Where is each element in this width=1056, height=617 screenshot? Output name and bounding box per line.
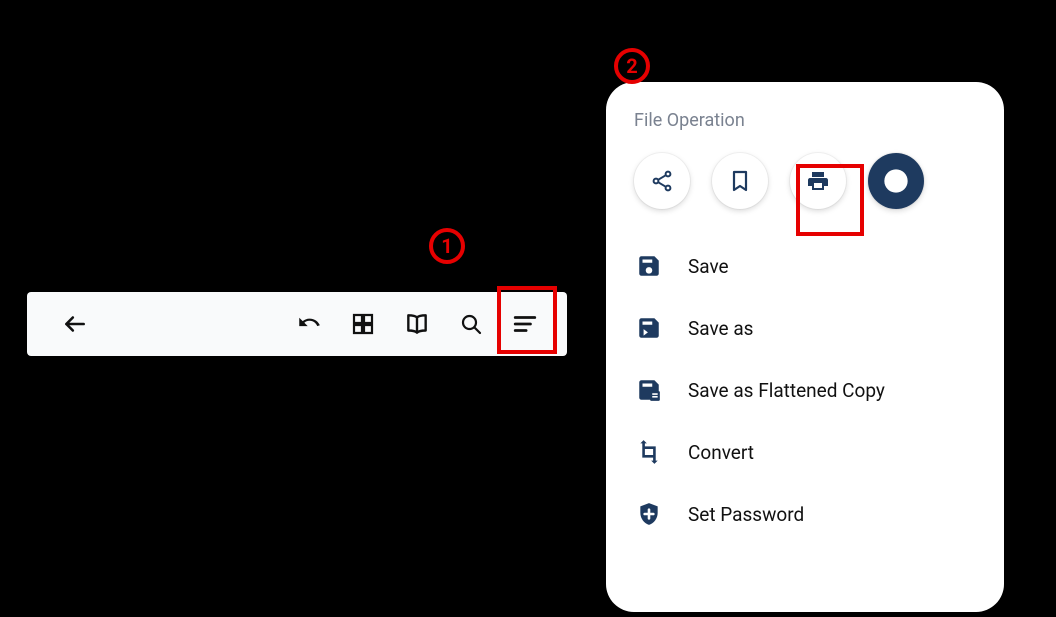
arrow-left-icon <box>62 311 88 337</box>
share-icon <box>650 169 674 193</box>
menu-item-save-flattened[interactable]: Save as Flattened Copy <box>634 359 976 421</box>
callout-number: 1 <box>441 234 452 258</box>
undo-button[interactable] <box>285 300 333 348</box>
toolbar <box>27 292 567 356</box>
panel-title: File Operation <box>634 110 976 131</box>
back-button[interactable] <box>51 300 99 348</box>
callout-number: 2 <box>626 54 637 78</box>
menu-item-set-password[interactable]: Set Password <box>634 483 976 545</box>
bookmark-icon <box>728 169 752 193</box>
save-icon <box>634 253 664 279</box>
highlight-box-print <box>796 164 864 236</box>
menu-item-label: Save as <box>688 317 754 340</box>
save-flattened-icon <box>634 377 664 403</box>
bookmark-button[interactable] <box>712 153 768 209</box>
read-mode-button[interactable] <box>393 300 441 348</box>
convert-icon <box>634 439 664 465</box>
share-button[interactable] <box>634 153 690 209</box>
grid-icon <box>351 312 375 336</box>
menu-item-label: Save as Flattened Copy <box>688 379 885 402</box>
search-icon <box>459 312 483 336</box>
book-open-icon <box>404 311 430 337</box>
info-button[interactable] <box>868 153 924 209</box>
menu-item-label: Save <box>688 255 729 278</box>
highlight-box-menu <box>497 286 557 354</box>
info-icon <box>882 167 910 195</box>
grid-view-button[interactable] <box>339 300 387 348</box>
shield-plus-icon <box>634 501 664 527</box>
file-operation-panel: File Operation Save Save as <box>606 82 1004 612</box>
save-as-icon <box>634 315 664 341</box>
menu-item-save[interactable]: Save <box>634 235 976 297</box>
menu-item-label: Convert <box>688 441 754 464</box>
search-button[interactable] <box>447 300 495 348</box>
callout-badge-1: 1 <box>429 228 465 264</box>
callout-badge-2: 2 <box>614 48 650 84</box>
menu-list: Save Save as Save as Flattened Copy Conv… <box>634 235 976 545</box>
menu-item-convert[interactable]: Convert <box>634 421 976 483</box>
undo-icon <box>296 311 322 337</box>
menu-item-save-as[interactable]: Save as <box>634 297 976 359</box>
menu-item-label: Set Password <box>688 503 804 526</box>
